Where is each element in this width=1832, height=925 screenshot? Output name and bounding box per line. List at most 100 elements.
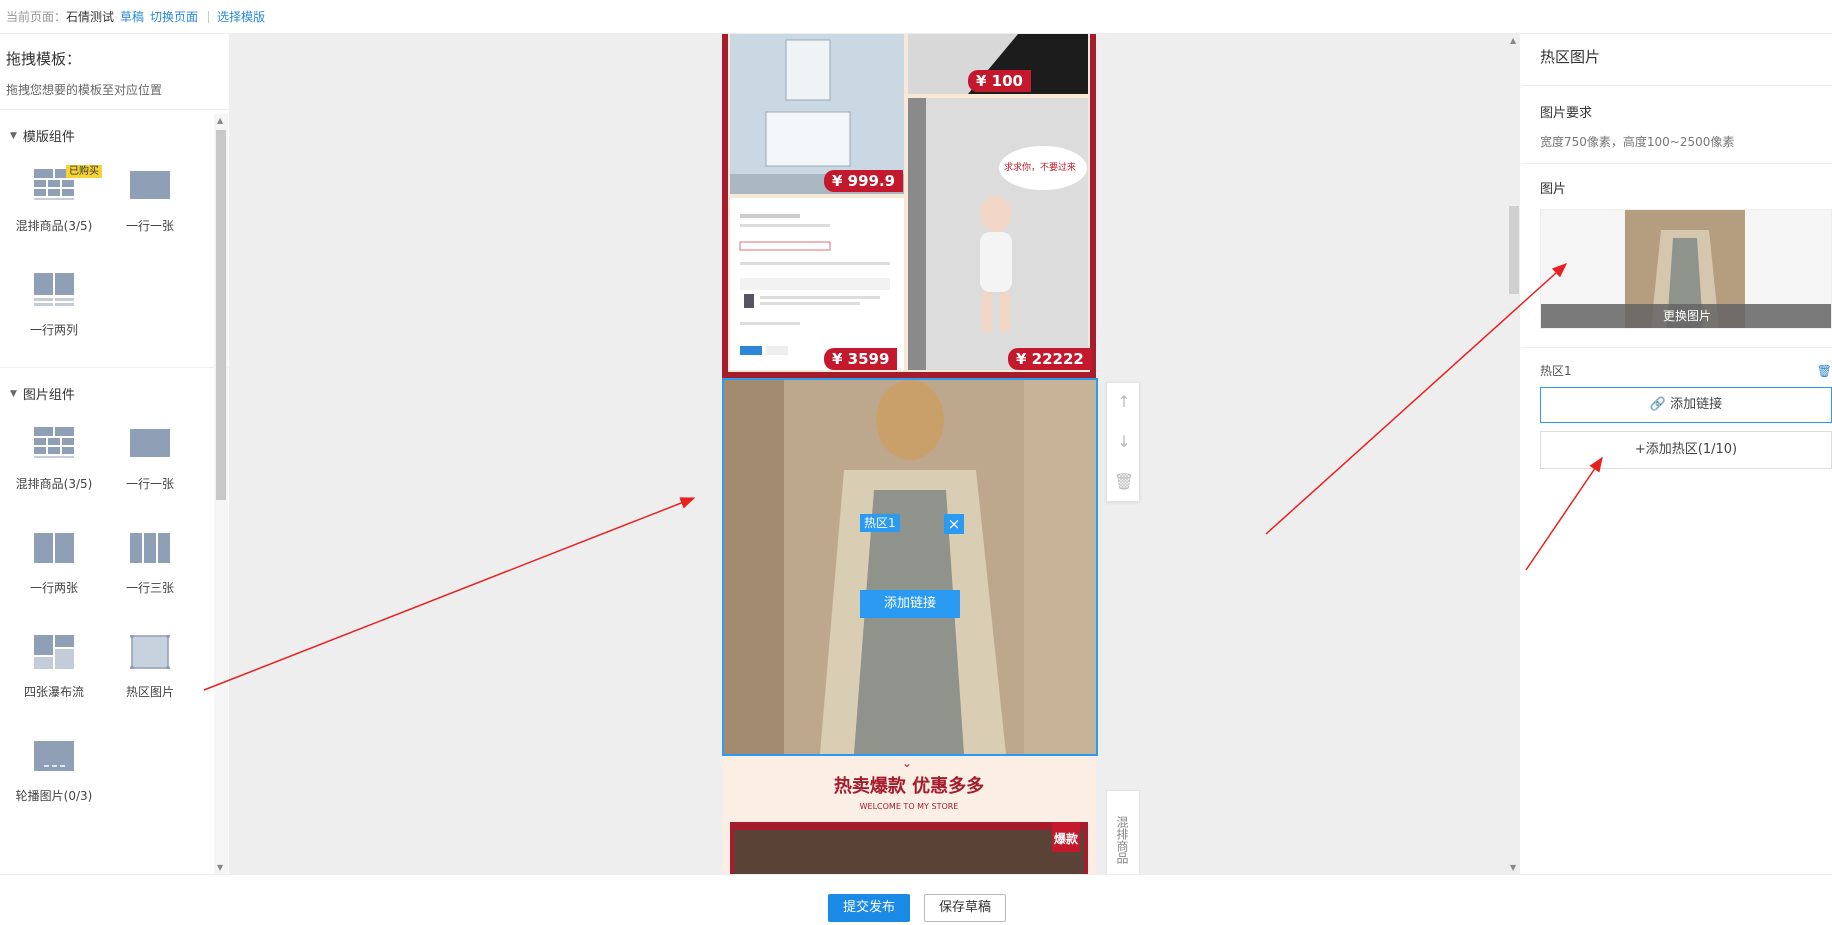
- component-mixed-goods[interactable]: 已购买 混排商品(3/5): [6, 155, 102, 259]
- component-label: 混排商品(3/5): [15, 219, 93, 233]
- mixed-goods-module[interactable]: ¥ 999.9 ¥ 100 ¥ 3599 求求你，不要过来 ¥ 22222: [722, 34, 1096, 378]
- switch-page-link[interactable]: 切换页面: [150, 8, 198, 25]
- component-one-per-row[interactable]: 一行一张: [102, 155, 198, 259]
- component-label: 一行一张: [125, 219, 174, 233]
- hotspot-image-icon: [130, 635, 170, 669]
- hotspot-image-module[interactable]: 热区1 × 添加链接: [722, 378, 1098, 756]
- caret-down-icon: ▼: [10, 130, 17, 141]
- dress-photo: [724, 380, 1096, 754]
- banner-photo: [730, 822, 1088, 874]
- price-tag: ¥ 100: [968, 70, 1031, 92]
- save-draft-button[interactable]: 保存草稿: [924, 894, 1006, 922]
- breadcrumb: 当前页面： 石倩测试 草稿 切换页面 选择模版: [0, 0, 1832, 34]
- component-mixed-goods[interactable]: 混排商品(3/5): [6, 413, 102, 517]
- image-requirements: 图片要求 宽度750像素，高度100~2500像素: [1522, 86, 1832, 164]
- current-page-label: 当前页面：: [6, 10, 67, 24]
- scrollbar-thumb[interactable]: [216, 130, 226, 500]
- hotzone-row: 热区1 🗑: [1540, 362, 1832, 379]
- component-two-per-row[interactable]: 一行两张: [6, 517, 102, 621]
- template-components-grid: 已购买 混排商品(3/5) 一行一张 一行两列: [0, 145, 229, 363]
- scroll-down-icon[interactable]: ▼: [217, 863, 223, 872]
- panel-description: 拖拽您想要的模板至对应位置: [6, 83, 163, 97]
- hotzone-add-link-button[interactable]: 添加链接: [860, 590, 960, 618]
- waterfall-icon: [34, 635, 74, 669]
- delete-icon[interactable]: 🗑: [1107, 465, 1141, 499]
- component-hotspot-image[interactable]: 热区图片: [102, 621, 198, 725]
- properties-panel: 热区图片 图片要求 宽度750像素，高度100~2500像素 图片 更换图片 热…: [1522, 34, 1832, 874]
- chevron-down-icon: ⌄: [902, 756, 913, 770]
- component-panel: 拖拽模板： 拖拽您想要的模板至对应位置 ▼ 模版组件 已购买 混排商品(3/5): [0, 34, 230, 874]
- price-tag: ¥ 3599: [824, 348, 898, 370]
- draft-status-link[interactable]: 草稿: [120, 8, 144, 25]
- module-toolbar: ↑ ↓ 🗑: [1106, 382, 1140, 502]
- carousel-icon: [34, 741, 74, 771]
- component-label: 一行两张: [29, 581, 78, 595]
- two-columns-icon: [34, 273, 74, 306]
- banner-subtitle: WELCOME TO MY STORE: [859, 802, 959, 811]
- order-form-image: [730, 198, 904, 370]
- image-preview: 更换图片: [1540, 209, 1832, 329]
- requirements-title: 图片要求: [1540, 106, 1593, 121]
- publish-button[interactable]: 提交发布: [828, 894, 910, 922]
- hotzone-label[interactable]: 热区1: [860, 514, 900, 532]
- module-type-label[interactable]: 混排商品: [1106, 790, 1140, 874]
- page-name: 石倩测试: [66, 10, 115, 24]
- component-label: 热区图片: [125, 685, 174, 699]
- page-preview: ¥ 999.9 ¥ 100 ¥ 3599 求求你，不要过来 ¥ 22222 热区…: [722, 34, 1098, 874]
- trash-icon[interactable]: 🗑: [1817, 364, 1832, 378]
- component-label: 一行两列: [29, 323, 78, 337]
- canvas-scrollbar[interactable]: ▲ ▼: [1508, 34, 1520, 874]
- move-up-icon[interactable]: ↑: [1107, 385, 1141, 419]
- three-per-row-icon: [130, 533, 170, 563]
- module-background: ¥ 999.9 ¥ 100 ¥ 3599 求求你，不要过来 ¥ 22222: [728, 34, 1092, 372]
- mixed-goods-icon: [34, 427, 74, 458]
- component-label: 一行三张: [125, 581, 174, 595]
- add-link-button[interactable]: 🔗 添加链接: [1540, 387, 1832, 423]
- hotzone-config: 热区1 🗑 🔗 添加链接 +添加热区(1/10): [1522, 348, 1832, 469]
- image-section: 图片 更换图片: [1522, 164, 1832, 348]
- one-per-row-icon: [130, 171, 170, 199]
- left-panel-scrollbar[interactable]: ▲ ▼: [214, 114, 228, 874]
- component-label: 一行一张: [125, 477, 174, 491]
- section-template-components[interactable]: ▼ 模版组件: [0, 110, 229, 145]
- requirements-value: 宽度750像素，高度100~2500像素: [1540, 135, 1735, 149]
- component-three-per-row[interactable]: 一行三张: [102, 517, 198, 621]
- section-title: 模版组件: [22, 130, 75, 145]
- component-carousel[interactable]: 轮播图片(0/3): [6, 725, 102, 829]
- banner-photo-inner: [734, 830, 1084, 874]
- banner-tag: 爆款: [1052, 822, 1080, 852]
- section-image-components[interactable]: ▼ 图片组件: [0, 368, 229, 403]
- scroll-down-icon[interactable]: ▼: [1510, 863, 1516, 872]
- image-section-title: 图片: [1540, 182, 1567, 197]
- price-tag: ¥ 22222: [1008, 348, 1092, 370]
- image-components-grid: 混排商品(3/5) 一行一张 一行两张 一行三张 四张瀑布流 热区图片 轮播图片…: [0, 403, 229, 829]
- banner-title: 热卖爆款 优惠多多: [833, 776, 985, 797]
- section-title: 图片组件: [22, 388, 75, 403]
- one-per-row-icon: [130, 429, 170, 457]
- purchased-badge: 已购买: [66, 165, 102, 178]
- add-hotzone-button[interactable]: +添加热区(1/10): [1540, 431, 1832, 469]
- properties-title: 热区图片: [1522, 34, 1832, 86]
- component-one-per-row[interactable]: 一行一张: [102, 413, 198, 517]
- product-image: [730, 198, 904, 370]
- scrollbar-thumb[interactable]: [1509, 206, 1519, 294]
- scroll-up-icon[interactable]: ▲: [1510, 36, 1516, 45]
- move-down-icon[interactable]: ↓: [1107, 425, 1141, 459]
- component-waterfall[interactable]: 四张瀑布流: [6, 621, 102, 725]
- change-image-button[interactable]: 更换图片: [1541, 304, 1831, 328]
- panel-header: 拖拽模板： 拖拽您想要的模板至对应位置: [0, 34, 229, 110]
- component-label: 四张瀑布流: [23, 685, 84, 699]
- product-image: 求求你，不要过来: [908, 98, 1088, 370]
- component-label: 轮播图片(0/3): [15, 789, 93, 803]
- baby-image: [908, 98, 1088, 370]
- close-icon[interactable]: ×: [944, 514, 964, 534]
- component-two-columns[interactable]: 一行两列: [6, 259, 102, 363]
- scroll-up-icon[interactable]: ▲: [217, 116, 223, 125]
- hot-sale-banner[interactable]: ⌄ 热卖爆款 优惠多多 WELCOME TO MY STORE 爆款: [722, 756, 1096, 874]
- add-link-label: 添加链接: [1670, 397, 1723, 412]
- caret-down-icon: ▼: [10, 388, 17, 399]
- action-bar: 提交发布 保存草稿: [0, 874, 1832, 925]
- panel-title: 拖拽模板：: [6, 50, 82, 68]
- choose-template-link[interactable]: 选择模版: [217, 8, 265, 25]
- divider: [208, 10, 210, 23]
